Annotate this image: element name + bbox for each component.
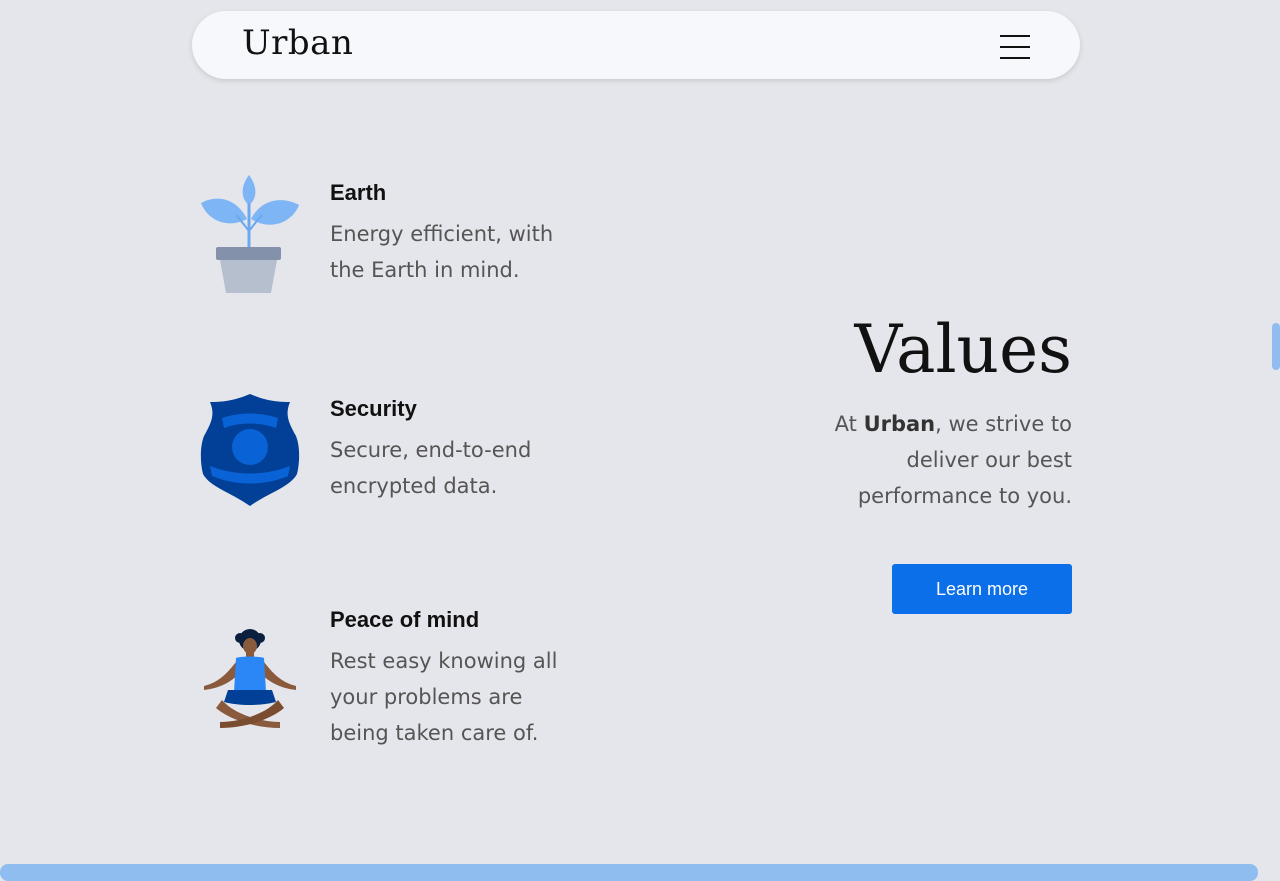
horizontal-scrollbar-thumb[interactable] — [0, 864, 1258, 881]
plant-pot-icon — [201, 175, 299, 293]
shield-badge-icon — [200, 394, 300, 506]
feature-description-line: your problems are — [330, 685, 523, 709]
navbar: Urban — [192, 11, 1080, 79]
values-description: At Urban, we strive to deliver our best … — [712, 406, 1072, 514]
menu-bar-middle — [1000, 46, 1030, 48]
values-brand: Urban — [863, 412, 936, 436]
learn-more-button[interactable]: Learn more — [892, 564, 1072, 614]
page: Urban Earth Energy efficient, with the E… — [0, 0, 1280, 881]
feature-description: Rest easy knowing all your problems are … — [330, 643, 620, 751]
feature-description-line: being taken care of. — [330, 721, 539, 745]
values-line1-suffix: , we strive to — [935, 412, 1072, 436]
feature-description-line: Secure, end-to-end — [330, 438, 532, 462]
menu-bar-top — [1000, 35, 1030, 37]
menu-bar-bottom — [1000, 57, 1030, 59]
feature-earth-text: Earth Energy efficient, with the Earth i… — [330, 178, 620, 288]
vertical-scrollbar-thumb[interactable] — [1272, 323, 1280, 370]
values-section: Values At Urban, we strive to deliver ou… — [712, 310, 1072, 514]
values-line3: performance to you. — [857, 484, 1072, 508]
feature-description-line: the Earth in mind. — [330, 258, 520, 282]
feature-peace-text: Peace of mind Rest easy knowing all your… — [330, 605, 620, 751]
feature-title: Earth — [330, 180, 387, 205]
feature-title: Security — [330, 396, 417, 421]
feature-description: Energy efficient, with the Earth in mind… — [330, 216, 620, 288]
brand-logo[interactable]: Urban — [242, 23, 353, 63]
values-title: Values — [854, 311, 1073, 388]
feature-description: Secure, end-to-end encrypted data. — [330, 432, 620, 504]
feature-description-line: encrypted data. — [330, 474, 498, 498]
feature-description-line: Rest easy knowing all — [330, 649, 558, 673]
feature-title: Peace of mind — [330, 607, 480, 632]
meditating-person-icon — [204, 629, 296, 728]
feature-description-line: Energy efficient, with — [330, 222, 554, 246]
values-prefix: At — [834, 412, 864, 436]
values-line2: deliver our best — [906, 448, 1072, 472]
hamburger-menu-icon[interactable] — [1000, 35, 1030, 59]
feature-security-text: Security Secure, end-to-end encrypted da… — [330, 394, 620, 504]
